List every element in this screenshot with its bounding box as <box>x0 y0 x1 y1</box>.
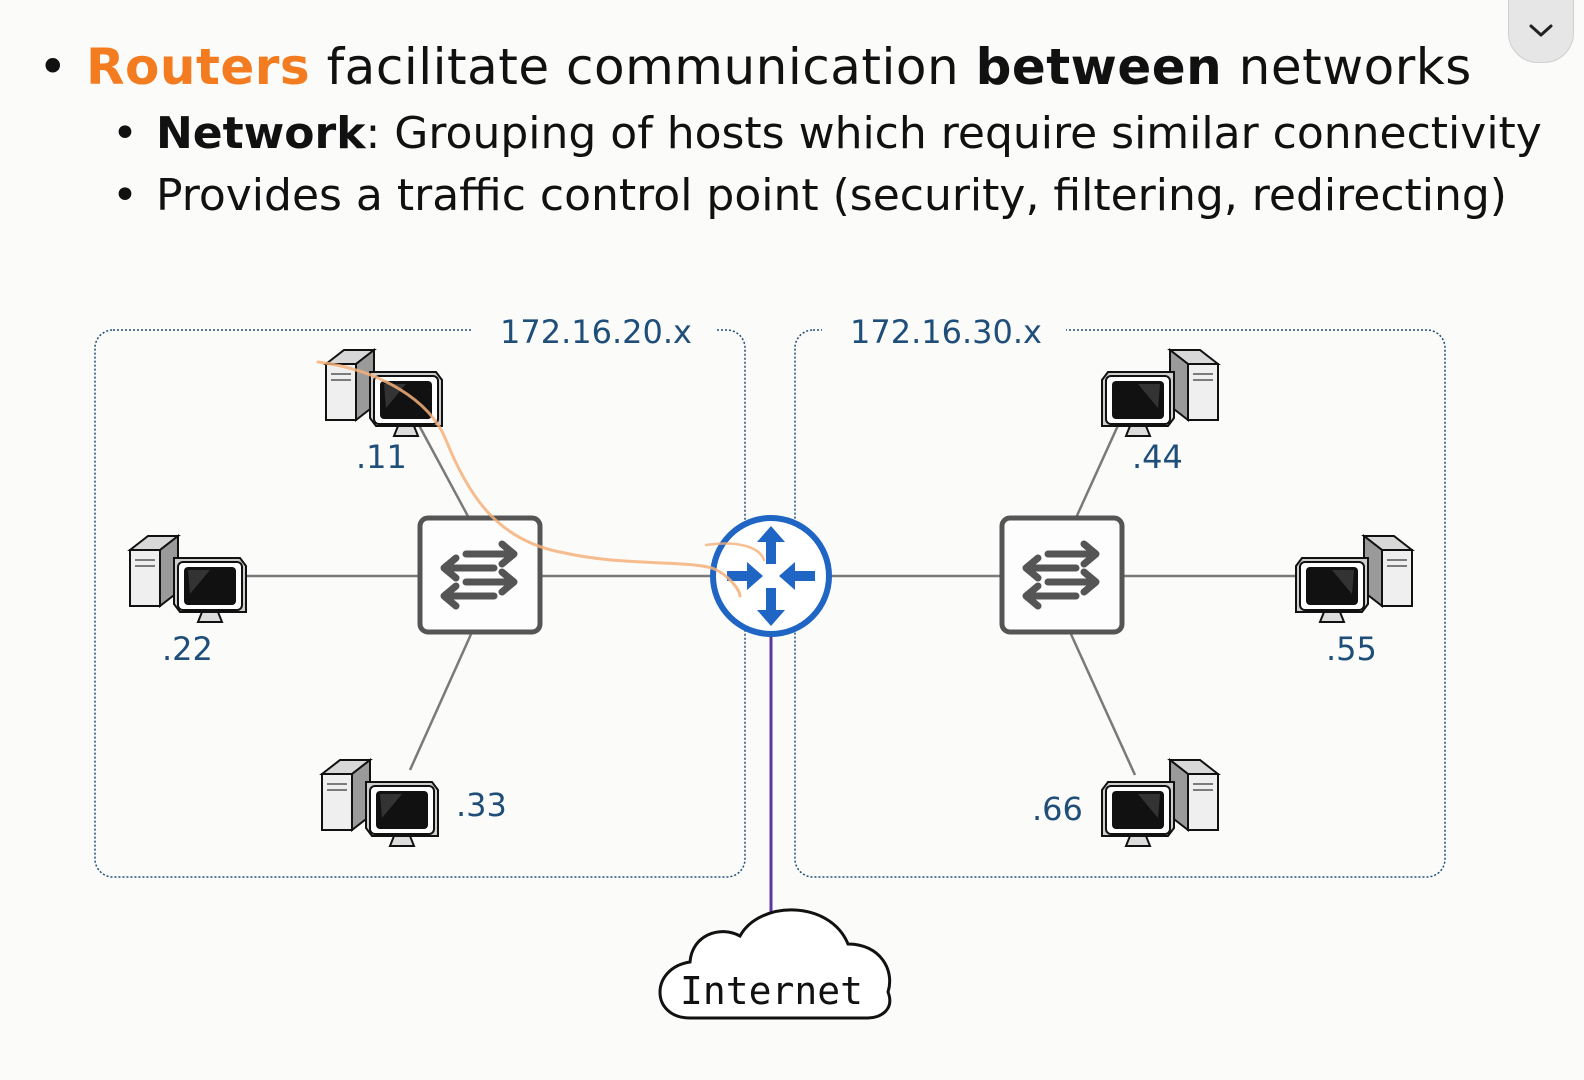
host-label: .22 <box>162 630 213 668</box>
host-label: .11 <box>356 438 407 476</box>
host-label: .55 <box>1326 630 1377 668</box>
desktop-computer-icon <box>325 349 443 437</box>
network-left-label: 172.16.20.x <box>500 313 692 351</box>
router-icon <box>710 515 832 637</box>
network-right-label: 172.16.30.x <box>850 313 1042 351</box>
desktop-computer-icon <box>129 535 247 623</box>
switch-icon <box>420 518 540 632</box>
network-diagram: 172.16.20.x 172.16.30.x .11 .22 .33 .44 … <box>94 313 1446 1020</box>
desktop-computer-icon <box>321 759 439 847</box>
switch-icon <box>1002 518 1122 632</box>
desktop-computer-icon <box>1101 349 1219 437</box>
host-label: .44 <box>1132 438 1183 476</box>
internet-label: Internet <box>680 969 863 1013</box>
host-label: .33 <box>456 786 507 824</box>
desktop-computer-icon <box>1295 535 1413 623</box>
host-label: .66 <box>1032 790 1083 828</box>
desktop-computer-icon <box>1101 759 1219 847</box>
